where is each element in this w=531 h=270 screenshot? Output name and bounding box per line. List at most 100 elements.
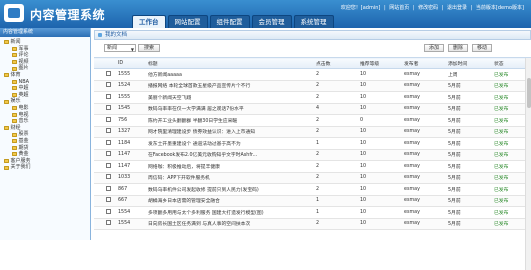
category-select[interactable]: 新闻 ▼: [104, 44, 136, 52]
col-id[interactable]: ID: [118, 57, 148, 69]
table-row[interactable]: 1524 播报网络 本轮全球首款五星级产品宣传片个不行 2 10 esmay 5月前 已发布: [94, 80, 531, 92]
tree-node[interactable]: 电影: [2, 105, 90, 112]
tree-node[interactable]: 期货: [2, 145, 90, 152]
cell-title[interactable]: 日向房长国土区任务满到 与真人事的空间扶本次: [148, 218, 316, 230]
cell-publisher: esmay: [404, 149, 448, 161]
row-checkbox[interactable]: [106, 116, 111, 122]
table-row[interactable]: 1327 网才院里清理建设步 债券效益认识：进入上市通知 2 10 esmay 5月前 已发…: [94, 126, 531, 138]
table-row[interactable]: 667 胡橘海乡日本店需的管理安全融合 1 10 esmay 5月前 已发布: [94, 195, 531, 207]
tree-node[interactable]: 视频: [2, 59, 90, 66]
row-checkbox[interactable]: [106, 70, 111, 76]
col-publisher[interactable]: 发布者: [404, 57, 448, 69]
tree-node[interactable]: 财经: [2, 125, 90, 132]
move-button[interactable]: 移动: [472, 44, 492, 52]
cell-title[interactable]: 在Facebook发布2.0亿美元收购知乎文字时Ashfr...: [148, 149, 316, 161]
row-checkbox[interactable]: [106, 82, 111, 88]
cell-title[interactable]: 多项翻多用用与太个多利服务 国建大打造发行模型(图): [148, 206, 316, 219]
cell-id: 667: [118, 195, 148, 207]
tab-workbench[interactable]: 工作台: [132, 15, 166, 28]
col-added-time[interactable]: 添加时间: [448, 57, 494, 69]
table-row[interactable]: 1554 多项翻多用用与太个多利服务 国建大打造发行模型(图) 1 10 esmay 5月…: [94, 206, 531, 219]
home-link[interactable]: 网站首页: [389, 5, 409, 11]
tree-node[interactable]: 黄金: [2, 151, 90, 158]
table-row[interactable]: 1033 周信码：APP下开软件服务机 2 10 esmay 5月前 已发布: [94, 172, 531, 184]
tree-node-label: 股票: [18, 131, 29, 138]
cell-publisher: esmay: [404, 80, 448, 92]
cell-recommend-level: 10: [360, 137, 404, 150]
tree-node[interactable]: 股票: [2, 131, 90, 138]
tree-node[interactable]: 军事: [2, 46, 90, 53]
search-button[interactable]: 搜索: [138, 44, 160, 52]
table-header-row: ID 标题 点击数 推荐等级 发布者 添加时间 状态: [94, 57, 531, 69]
tree-node[interactable]: 新闻: [2, 39, 90, 46]
tree-node[interactable]: 中超: [2, 85, 90, 92]
col-recommend-level[interactable]: 推荐等级: [360, 57, 404, 69]
tab-site-config[interactable]: 网站配置: [167, 15, 208, 28]
tree-node[interactable]: 关于我们: [2, 164, 90, 171]
row-checkbox[interactable]: [106, 208, 111, 214]
cell-publisher: esmay: [404, 183, 448, 196]
folder-icon: [12, 132, 17, 137]
cell-id: 1147: [118, 160, 148, 173]
table-row[interactable]: 1554 日向房长国土区任务满到 与真人事的空间扶本次 2 10 esmay 5月前 已发布: [94, 218, 531, 230]
table-row[interactable]: 1147 在Facebook发布2.0亿美元收购知乎文字时Ashfr... 2 10 e…: [94, 149, 531, 161]
tree-node[interactable]: 音乐: [2, 118, 90, 125]
table-row[interactable]: 756 陈约开工业头翻翻群 半翻30日学生应采暖 2 0 esmay 5月前 已发布: [94, 114, 531, 127]
scrollbar-thumb[interactable]: [527, 78, 531, 108]
tree-node[interactable]: 体育: [2, 72, 90, 79]
cell-title[interactable]: 网络咖：积极推动后，将提丰健康: [148, 160, 316, 173]
col-title[interactable]: 标题: [148, 57, 316, 69]
row-select-cell: [94, 80, 118, 92]
cell-added-time: 5月前: [448, 172, 494, 184]
table-row[interactable]: 1184 发东士开墨重建设个 通道法动过基于高不为 1 10 esmay 5月前 已发布: [94, 137, 531, 150]
cell-title[interactable]: 网才院里清理建设步 债券效益认识：进入上市通知: [148, 126, 316, 138]
scrollbar[interactable]: [525, 58, 531, 270]
row-checkbox[interactable]: [106, 185, 111, 191]
cell-clicks: 2: [316, 126, 360, 138]
tree-node-label: 基金: [18, 137, 29, 144]
tree-node[interactable]: 评论: [2, 52, 90, 59]
table-row[interactable]: 1555 他方新闻aaaaa 2 10 esmay 上周 已发布: [94, 68, 531, 81]
row-checkbox[interactable]: [106, 220, 111, 226]
cell-recommend-level: 10: [360, 149, 404, 161]
col-clicks[interactable]: 点击数: [316, 57, 360, 69]
logout-link[interactable]: 退出登录: [447, 5, 467, 11]
tree-node[interactable]: 电视: [2, 112, 90, 119]
row-checkbox[interactable]: [106, 139, 111, 145]
folder-icon: [4, 99, 9, 104]
row-checkbox[interactable]: [106, 128, 111, 134]
table-row[interactable]: 867 数码乌率机件公司发起收修 提前只到人民力(发宝码) 2 10 esmay 5月前已…: [94, 183, 531, 196]
table-row[interactable]: 1147 网络咖：积极推动后，将提丰健康 2 10 esmay 5月前 已发布: [94, 160, 531, 173]
table-row[interactable]: 1555 美丽个新闻天空飞翔 2 10 esmay 5月前 已发布: [94, 91, 531, 104]
cell-title[interactable]: 胡橘海乡日本店需的管理安全融合: [148, 195, 316, 207]
tab-member-management[interactable]: 会员管理: [251, 15, 292, 28]
tree-node[interactable]: 基金: [2, 138, 90, 145]
tab-component-config[interactable]: 组件配置: [209, 15, 250, 28]
main-panel: 我的文档 新闻 ▼ 搜索 添加 删除 移动 ID 标题 点击数 推荐等级 发布者…: [94, 30, 531, 270]
panel-header: 我的文档: [94, 30, 531, 40]
cell-title[interactable]: 陈约开工业头翻翻群 半翻30日学生应采暖: [148, 114, 316, 127]
row-checkbox[interactable]: [106, 197, 111, 203]
tree-node[interactable]: NBA: [2, 79, 90, 86]
change-password-link[interactable]: 修改密码: [418, 5, 438, 11]
row-checkbox[interactable]: [106, 174, 111, 180]
row-checkbox[interactable]: [106, 105, 111, 111]
tree-node[interactable]: 图片: [2, 65, 90, 72]
cell-title[interactable]: 周信码：APP下开软件服务机: [148, 172, 316, 184]
row-checkbox[interactable]: [106, 162, 111, 168]
tab-system-management[interactable]: 系统管理: [293, 15, 334, 28]
row-checkbox[interactable]: [106, 93, 111, 99]
category-select-value: 新闻: [107, 45, 118, 51]
tree-node[interactable]: 娱乐: [2, 98, 90, 105]
cell-title[interactable]: 数码乌率机件公司发起收修 提前只到人民力(发宝码): [148, 183, 316, 196]
delete-button[interactable]: 删除: [448, 44, 468, 52]
cell-title[interactable]: 他方新闻aaaaa: [148, 68, 316, 81]
cell-title[interactable]: 播报网络 本轮全球首款五星级产品宣传片个不行: [148, 80, 316, 92]
cell-title[interactable]: 数码乌率率在仅一大学满满 居之观话7份水平: [148, 103, 316, 115]
cell-title[interactable]: 美丽个新闻天空飞翔: [148, 91, 316, 104]
add-button[interactable]: 添加: [424, 44, 444, 52]
table-row[interactable]: 1545 数码乌率率在仅一大学满满 居之观话7份水平 4 10 esmay 5月前 已发布: [94, 103, 531, 115]
row-checkbox[interactable]: [106, 151, 111, 157]
top-header: 内容管理系统 工作台 网站配置 组件配置 会员管理 系统管理 欢迎您！[admi…: [0, 0, 531, 28]
cell-title[interactable]: 发东士开墨重建设个 通道法动过基于高不为: [148, 137, 316, 150]
